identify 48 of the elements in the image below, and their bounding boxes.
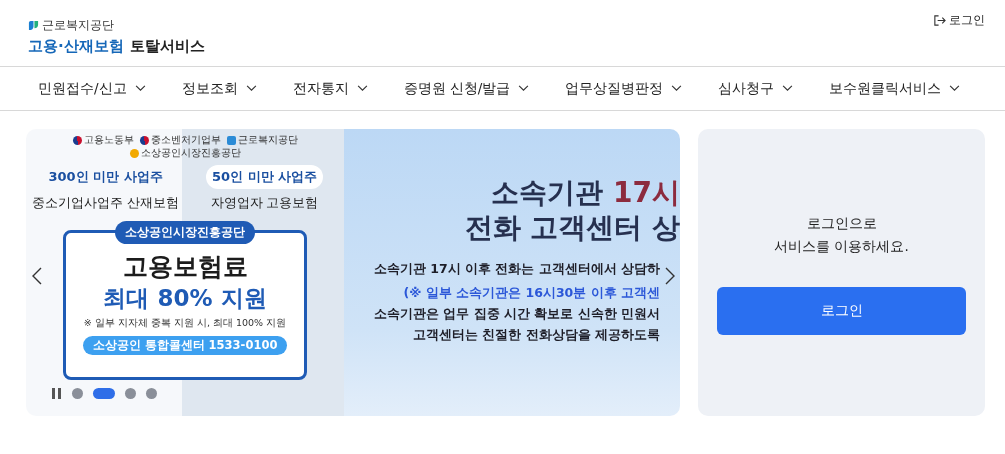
notice-text: 소속기관은 업무 집중 시간 확보로 신속한 민원서 <box>373 306 660 323</box>
next-arrow[interactable] <box>664 267 676 287</box>
nav-menu-item[interactable]: 업무상질병판정 <box>565 79 683 98</box>
nav-menu-item[interactable]: 증명원 신청/발급 <box>403 79 530 98</box>
agency-logo: 소상공인시장진흥공단 <box>129 147 241 159</box>
slide-indicator[interactable] <box>72 388 83 399</box>
insurance-type: 중소기업사업주 산재보험 <box>32 195 179 212</box>
notice-text: 고객센터는 친절한 전화상담을 제공하도록 <box>412 327 660 344</box>
site-subtitle: 토탈서비스 <box>129 37 205 56</box>
notice-title: 전화 고객센터 상 <box>464 210 680 245</box>
agency-logo: 중소벤처기업부 <box>139 134 221 146</box>
site-title: 고용·산재보험 <box>28 37 124 56</box>
chevron-down-icon <box>245 85 257 92</box>
login-link[interactable]: 로그인 <box>933 12 985 29</box>
chevron-down-icon <box>671 85 683 92</box>
logo-icon <box>28 20 39 31</box>
org-name: 근로복지공단 <box>42 17 114 34</box>
chevron-down-icon <box>518 85 530 92</box>
contact-pill: 소상공인 통합콜센터 1533-0100 <box>82 336 288 355</box>
notice-title: 소속기관 17시 <box>491 175 680 210</box>
nav-menu-item[interactable]: 정보조회 <box>181 79 257 98</box>
login-button[interactable]: 로그인 <box>717 287 966 335</box>
nav-menu-item[interactable]: 민원접수/신고 <box>38 79 146 98</box>
nav-menu-item[interactable]: 전자통지 <box>292 79 368 98</box>
promo-note: ※ 일부 지자체 중복 지원 시, 최대 100% 지원 <box>83 317 287 330</box>
insurance-type: 자영업자 고용보험 <box>210 195 319 212</box>
slide-indicator[interactable] <box>93 388 115 399</box>
slide-indicator[interactable] <box>146 388 157 399</box>
agency-logo: 근로복지공단 <box>226 134 298 146</box>
promo-highlight: 최대 80% 지원 <box>103 284 267 313</box>
agency-logo: 고용노동부 <box>72 134 134 146</box>
login-icon <box>933 14 946 27</box>
chevron-down-icon <box>782 85 794 92</box>
chevron-down-icon <box>949 85 961 92</box>
login-message: 로그인으로 서비스를 이용하세요. <box>774 214 909 256</box>
chevron-down-icon <box>134 85 146 92</box>
audience-label: 50인 미만 사업주 <box>205 165 324 189</box>
audience-label: 300인 미만 사업주 <box>47 168 164 186</box>
chevron-down-icon <box>356 85 368 92</box>
agency-badge: 소상공인시장진흥공단 <box>115 221 255 244</box>
slide-indicator[interactable] <box>125 388 136 399</box>
promo-headline: 고용보험료 <box>122 251 248 283</box>
previous-arrow[interactable] <box>31 267 43 287</box>
nav-menu-item[interactable]: 심사청구 <box>718 79 794 98</box>
nav-menu-item[interactable]: 보수원클릭서비스 <box>829 79 961 98</box>
notice-text: 소속기관 17시 이후 전화는 고객센터에서 상담하 <box>373 261 660 278</box>
pause-button[interactable] <box>52 388 62 399</box>
notice-text: (※ 일부 소속기관은 16시30분 이후 고객센 <box>403 285 660 302</box>
